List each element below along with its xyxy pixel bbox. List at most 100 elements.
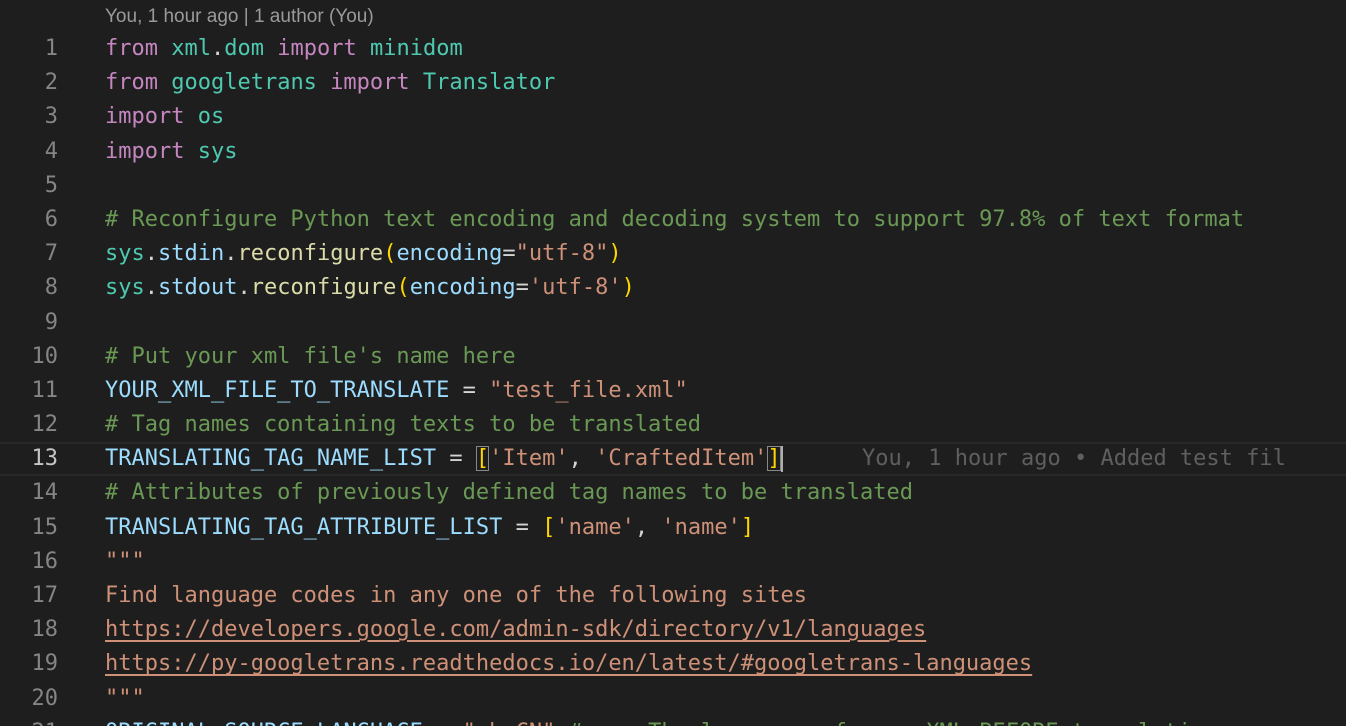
code-text[interactable]: TRANSLATING_TAG_ATTRIBUTE_LIST = ['name'… xyxy=(105,511,754,545)
code-line[interactable]: 9 xyxy=(0,306,1346,340)
code-token: import xyxy=(330,70,410,96)
code-line[interactable]: 17 Find language codes in any one of the … xyxy=(0,579,1346,613)
code-token: https://py-googletrans.readthedocs.io/en… xyxy=(105,651,1033,677)
code-token: dom xyxy=(224,36,264,61)
code-line[interactable]: 7 sys.stdin.reconfigure(encoding="utf-8") xyxy=(0,237,1346,271)
code-lines: 1 from xml.dom import minidom 2 from google… xyxy=(0,32,1346,726)
code-token: TRANSLATING_TAG_ATTRIBUTE_LIST xyxy=(105,514,503,540)
code-token: YOUR_XML_FILE_TO_TRANSLATE xyxy=(105,377,450,403)
code-text[interactable]: ORIGINAL_SOURCE_LANGUAGE = "zh-CN" # <--… xyxy=(105,716,1218,726)
code-line[interactable]: 6 # Reconfigure Python text encoding and … xyxy=(0,203,1346,237)
code-token: from xyxy=(105,36,158,61)
code-text[interactable]: from xml.dom import minidom xyxy=(105,32,463,66)
code-text[interactable]: """ xyxy=(105,682,145,716)
code-text[interactable]: from googletrans import Translator xyxy=(105,66,555,100)
code-token: "utf-8" xyxy=(515,241,609,267)
code-token: ( xyxy=(383,241,397,267)
line-number: 17 xyxy=(31,583,59,608)
code-token: = xyxy=(449,377,490,403)
code-text[interactable]: TRANSLATING_TAG_NAME_LIST = ['Item', 'Cr… xyxy=(105,444,1286,474)
code-token: 'name' xyxy=(555,514,635,540)
code-text[interactable]: sys.stdin.reconfigure(encoding="utf-8") xyxy=(105,237,622,271)
code-token: . xyxy=(210,36,225,61)
code-line[interactable]: 18 https://developers.google.com/admin-sd… xyxy=(0,613,1346,647)
code-token: "test_file.xml" xyxy=(489,377,688,403)
line-number: 18 xyxy=(31,617,59,643)
code-token: . xyxy=(237,275,251,301)
code-line[interactable]: 20 """ xyxy=(0,682,1346,716)
code-text[interactable]: import os xyxy=(105,100,224,134)
code-token: reconfigure xyxy=(250,275,397,301)
code-text[interactable]: https://developers.google.com/admin-sdk/… xyxy=(105,613,926,647)
code-token: , xyxy=(634,514,662,540)
code-token: stdout xyxy=(158,275,238,301)
code-token: [ xyxy=(542,514,556,540)
code-line[interactable]: 11 YOUR_XML_FILE_TO_TRANSLATE = "test_fil… xyxy=(0,374,1346,408)
code-line[interactable]: 8 sys.stdout.reconfigure(encoding='utf-8'… xyxy=(0,271,1346,305)
inline-blame-spacer xyxy=(783,446,862,471)
git-blame-codelens[interactable]: You, 1 hour ago | 1 author (You) xyxy=(105,6,374,28)
code-line[interactable]: 14 # Attributes of previously defined tag… xyxy=(0,476,1346,510)
code-text[interactable]: sys.stdout.reconfigure(encoding='utf-8') xyxy=(105,271,635,305)
code-line[interactable]: 19 https://py-googletrans.readthedocs.io/… xyxy=(0,647,1346,681)
line-number: 19 xyxy=(31,651,59,677)
code-text[interactable]: # Attributes of previously defined tag n… xyxy=(105,476,913,510)
code-token: # Put your xml file's name here xyxy=(105,343,516,369)
code-text[interactable]: import sys xyxy=(105,135,237,169)
code-text[interactable]: # Tag names containing texts to be trans… xyxy=(105,408,701,442)
code-line[interactable]: 5 xyxy=(0,169,1346,203)
line-number: 14 xyxy=(31,480,59,506)
code-line[interactable]: 3 import os xyxy=(0,100,1346,134)
code-token: stdin xyxy=(158,241,225,267)
code-line[interactable]: 16 """ xyxy=(0,545,1346,579)
code-line[interactable]: 10 # Put your xml file's name here xyxy=(0,340,1346,374)
line-number: 15 xyxy=(31,514,59,540)
code-line[interactable]: 15 TRANSLATING_TAG_ATTRIBUTE_LIST = ['nam… xyxy=(0,511,1346,545)
code-token: sys xyxy=(197,138,238,164)
code-token: https://developers.google.com/admin-sdk/… xyxy=(105,617,927,643)
code-token: ) xyxy=(621,275,635,301)
code-token: googletrans xyxy=(171,70,317,96)
code-text[interactable]: https://py-googletrans.readthedocs.io/en… xyxy=(105,647,1032,681)
code-token: = xyxy=(502,514,543,540)
code-line[interactable]: 12 # Tag names containing texts to be tra… xyxy=(0,408,1346,442)
code-text[interactable]: # Put your xml file's name here xyxy=(105,340,516,374)
line-number: 11 xyxy=(31,377,59,403)
code-text[interactable]: YOUR_XML_FILE_TO_TRANSLATE = "test_file.… xyxy=(105,374,688,408)
code-token: . xyxy=(144,275,158,301)
code-line[interactable]: 1 from xml.dom import minidom xyxy=(0,32,1346,66)
code-token: import xyxy=(277,36,357,61)
inline-blame-annotation[interactable]: You, 1 hour ago • Added test fil xyxy=(862,446,1286,471)
code-text[interactable]: # Reconfigure Python text encoding and d… xyxy=(105,203,1244,237)
code-token: encoding xyxy=(396,241,503,267)
code-editor[interactable]: You, 1 hour ago | 1 author (You) 1 from x… xyxy=(0,0,1346,726)
line-number: 8 xyxy=(44,275,58,301)
code-line[interactable]: 13 TRANSLATING_TAG_NAME_LIST = ['Item', '… xyxy=(0,442,1346,477)
code-token: [ xyxy=(475,446,490,472)
code-text[interactable]: """ xyxy=(105,545,145,579)
code-token: reconfigure xyxy=(237,241,384,267)
line-number: 13 xyxy=(31,446,59,472)
line-number: 2 xyxy=(44,70,58,96)
code-token: xml xyxy=(171,36,211,61)
code-line[interactable]: 2 from googletrans import Translator xyxy=(0,66,1346,100)
code-line[interactable]: 21 ORIGINAL_SOURCE_LANGUAGE = "zh-CN" # <… xyxy=(0,716,1346,726)
code-token: 'utf-8' xyxy=(528,275,622,301)
code-token: Translator xyxy=(422,70,556,96)
code-line[interactable]: 4 import sys xyxy=(0,135,1346,169)
code-token: , xyxy=(568,446,596,472)
code-token: ( xyxy=(396,275,410,301)
code-token: 'Item' xyxy=(489,446,569,472)
code-text[interactable]: Find language codes in any one of the fo… xyxy=(105,579,807,613)
line-number: 7 xyxy=(44,241,58,267)
line-number: 3 xyxy=(44,104,58,130)
line-number: 9 xyxy=(44,309,58,335)
code-token: = xyxy=(515,275,529,301)
